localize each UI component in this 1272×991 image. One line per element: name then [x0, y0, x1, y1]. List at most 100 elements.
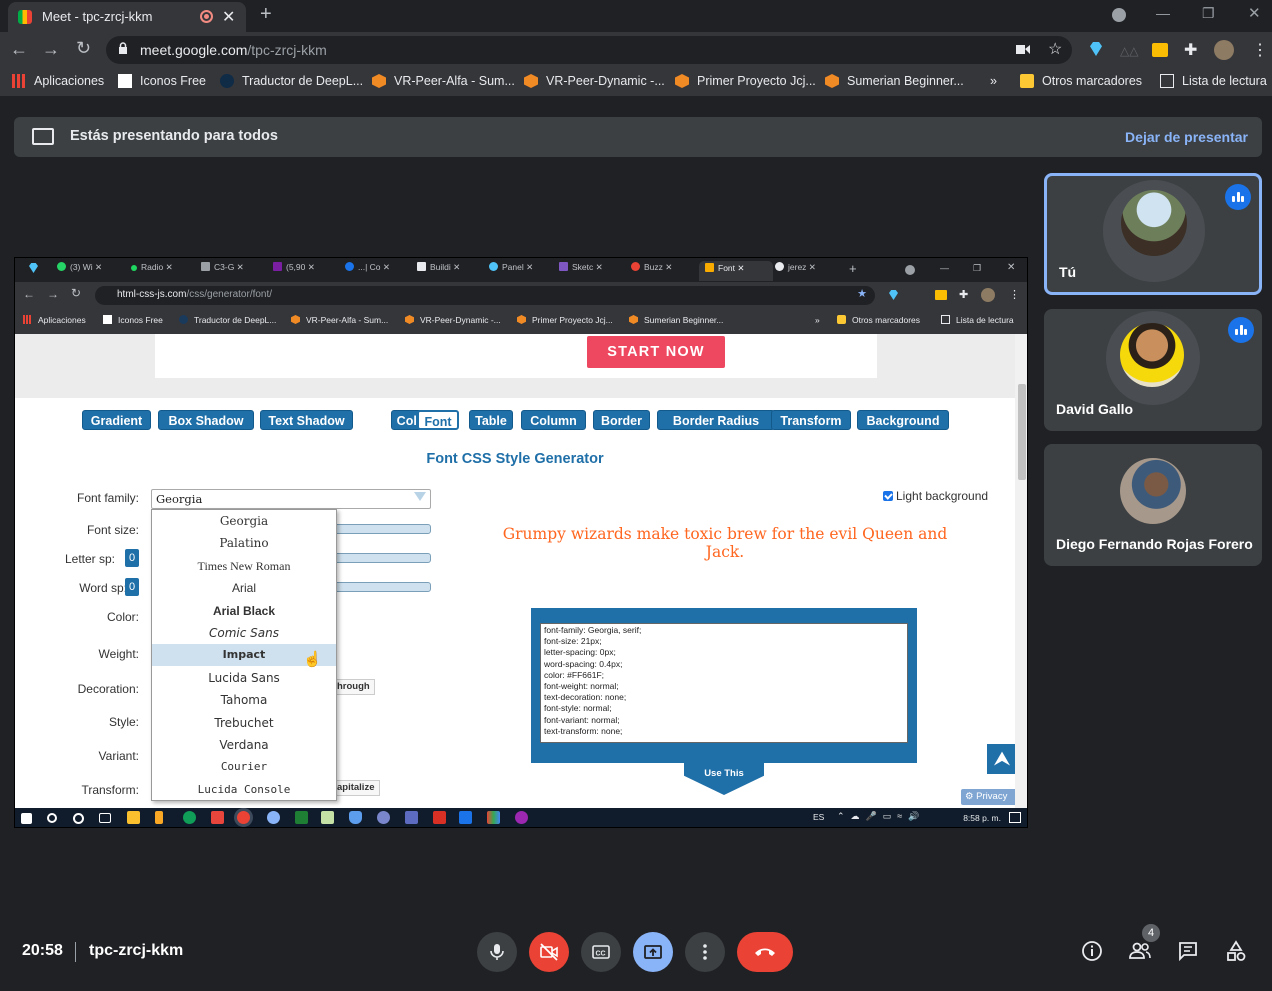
font-option[interactable]: Arial Black — [152, 600, 336, 622]
tab-search-icon[interactable] — [1112, 8, 1126, 22]
shared-tab[interactable]: jerez ✕ — [775, 262, 845, 282]
font-option[interactable]: Comic Sans — [152, 622, 336, 644]
tab-border-radius[interactable]: Border Radius — [657, 410, 775, 430]
tab-border[interactable]: Border — [593, 410, 650, 430]
tab-gradient[interactable]: Gradient — [82, 410, 151, 430]
extension-mountain-icon[interactable]: △△ — [1120, 44, 1138, 58]
shared-tab[interactable]: Panel ✕ — [489, 262, 559, 282]
bookmark-primer[interactable]: Primer Proyecto Jcj... — [675, 74, 816, 88]
scroll-top-icon[interactable]: ⮝ — [987, 744, 1015, 774]
meeting-code: tpc-zrcj-kkm — [89, 942, 184, 959]
font-option[interactable]: Arial — [152, 577, 336, 599]
css-output-textarea[interactable]: font-family: Georgia, serif; font-size: … — [540, 623, 908, 743]
decoration-linethrough-button[interactable]: hrough — [333, 679, 375, 695]
camera-button[interactable] — [529, 932, 569, 972]
microphone-button[interactable] — [477, 932, 517, 972]
font-option[interactable]: Lucida Console — [152, 779, 336, 801]
font-option[interactable]: Trebuchet — [152, 712, 336, 734]
present-button[interactable] — [633, 932, 673, 972]
shared-tab[interactable]: Sketc ✕ — [559, 262, 629, 282]
font-option[interactable]: Lucida Sans — [152, 667, 336, 689]
bookmark-apps[interactable]: Aplicaciones — [12, 74, 104, 88]
bookmark-vr-alfa[interactable]: VR-Peer-Alfa - Sum... — [372, 74, 515, 88]
tab-font[interactable]: Font — [417, 410, 459, 430]
shared-tab[interactable]: Radio ✕ — [131, 262, 201, 282]
font-option[interactable]: Georgia — [152, 510, 336, 532]
shared-tab-active[interactable]: Font ✕ — [699, 261, 773, 281]
shared-tab[interactable]: Buzz ✕ — [631, 262, 703, 282]
shared-tab[interactable]: (3) Wi ✕ — [57, 262, 127, 282]
restore-icon[interactable]: ❐ — [1202, 5, 1215, 22]
close-tab-icon[interactable]: ✕ — [222, 7, 235, 27]
light-background-checkbox[interactable]: Light background — [883, 489, 988, 503]
shared-tab[interactable]: Buildi ✕ — [417, 262, 487, 282]
participant-tile[interactable]: Diego Fernando Rojas Forero — [1044, 444, 1262, 566]
tab-background[interactable]: Background — [857, 410, 949, 430]
app-icon — [377, 811, 390, 824]
font-option[interactable]: Courier — [152, 756, 336, 778]
new-tab-icon[interactable]: + — [260, 3, 272, 26]
star-icon[interactable]: ☆ — [1048, 39, 1062, 59]
people-icon[interactable] — [1128, 940, 1152, 962]
tab-transform[interactable]: Transform — [771, 410, 851, 430]
activities-icon[interactable] — [1225, 940, 1247, 962]
font-option[interactable]: Tahoma — [152, 689, 336, 711]
hand-cursor-icon: ☝ — [303, 651, 322, 668]
font-family-select[interactable]: Georgia — [151, 489, 431, 509]
minimize-icon[interactable]: — — [1156, 5, 1170, 21]
avatar — [1121, 190, 1187, 256]
font-option[interactable]: Palatino — [152, 532, 336, 554]
participant-tile-self[interactable]: Tú — [1044, 173, 1262, 295]
back-icon[interactable]: ← — [10, 39, 28, 60]
more-options-button[interactable] — [685, 932, 725, 972]
letter-spacing-slider[interactable] — [331, 553, 431, 563]
bookmark-vr-dynamic[interactable]: VR-Peer-Dynamic -... — [524, 74, 665, 88]
shared-tab[interactable]: (5,90 ✕ — [273, 262, 343, 282]
chat-icon[interactable] — [1177, 940, 1199, 962]
presenting-text: Estás presentando para todos — [70, 128, 278, 144]
tab-column[interactable]: Column — [521, 410, 586, 430]
extension-yellow-icon[interactable] — [1152, 43, 1168, 57]
reading-list[interactable]: Lista de lectura — [1160, 74, 1267, 88]
bookmarks-more[interactable]: » — [990, 74, 997, 88]
tab-meet[interactable]: Meet - tpc-zrcj-kkm ✕ — [8, 2, 246, 32]
browser-menu-icon[interactable]: ⋮ — [1252, 40, 1268, 60]
meeting-info-icon[interactable] — [1081, 940, 1103, 962]
profile-avatar[interactable] — [1214, 40, 1234, 60]
bookmark-deepl[interactable]: Traductor de DeepL... — [220, 74, 363, 88]
address-bar[interactable]: meet.google.com/tpc-zrcj-kkm ☆ — [106, 36, 1072, 64]
shared-tab[interactable]: ...| Co ✕ — [345, 262, 415, 282]
tab-text-shadow[interactable]: Text Shadow — [260, 410, 353, 430]
reload-icon[interactable]: ↻ — [76, 38, 91, 59]
camera-blocked-icon[interactable] — [1016, 44, 1030, 55]
bookmark-sumerian[interactable]: Sumerian Beginner... — [825, 74, 964, 88]
checkbox-checked-icon — [883, 491, 893, 501]
stop-presenting-button[interactable]: Dejar de presentar — [1125, 129, 1248, 145]
extensions-puzzle-icon[interactable]: ✚ — [1184, 40, 1197, 60]
font-size-slider[interactable] — [331, 524, 431, 534]
tab-box-shadow[interactable]: Box Shadow — [158, 410, 254, 430]
tab-table[interactable]: Table — [469, 410, 513, 430]
font-preview-text: Grumpy wizards make toxic brew for the e… — [502, 525, 948, 561]
privacy-badge[interactable]: ⚙ Privacy — [961, 789, 1015, 805]
start-now-button[interactable]: START NOW — [587, 336, 725, 368]
use-this-button[interactable]: Use This — [684, 763, 764, 795]
bookmark-other[interactable]: Otros marcadores — [1020, 74, 1142, 88]
bookmark-iconos[interactable]: Iconos Free — [118, 74, 206, 88]
shared-menu-icon: ⋮ — [1009, 289, 1020, 301]
participant-tile[interactable]: David Gallo — [1044, 309, 1262, 431]
notifications-icon — [1009, 812, 1021, 823]
captions-button[interactable]: CC — [581, 932, 621, 972]
page-scrollbar[interactable] — [1015, 334, 1027, 808]
word-spacing-slider[interactable] — [331, 582, 431, 592]
shared-tab[interactable]: C3-G ✕ — [201, 262, 271, 282]
font-option[interactable]: Times New Roman — [152, 555, 336, 577]
transform-capitalize-button[interactable]: apitalize — [333, 780, 380, 796]
scrollbar-thumb[interactable] — [1018, 384, 1026, 480]
divider — [75, 942, 76, 962]
end-call-button[interactable] — [737, 932, 793, 972]
sumerian-icon — [405, 315, 414, 324]
close-window-icon[interactable]: ✕ — [1248, 4, 1261, 22]
font-option[interactable]: Verdana — [152, 734, 336, 756]
forward-icon[interactable]: → — [42, 39, 60, 60]
